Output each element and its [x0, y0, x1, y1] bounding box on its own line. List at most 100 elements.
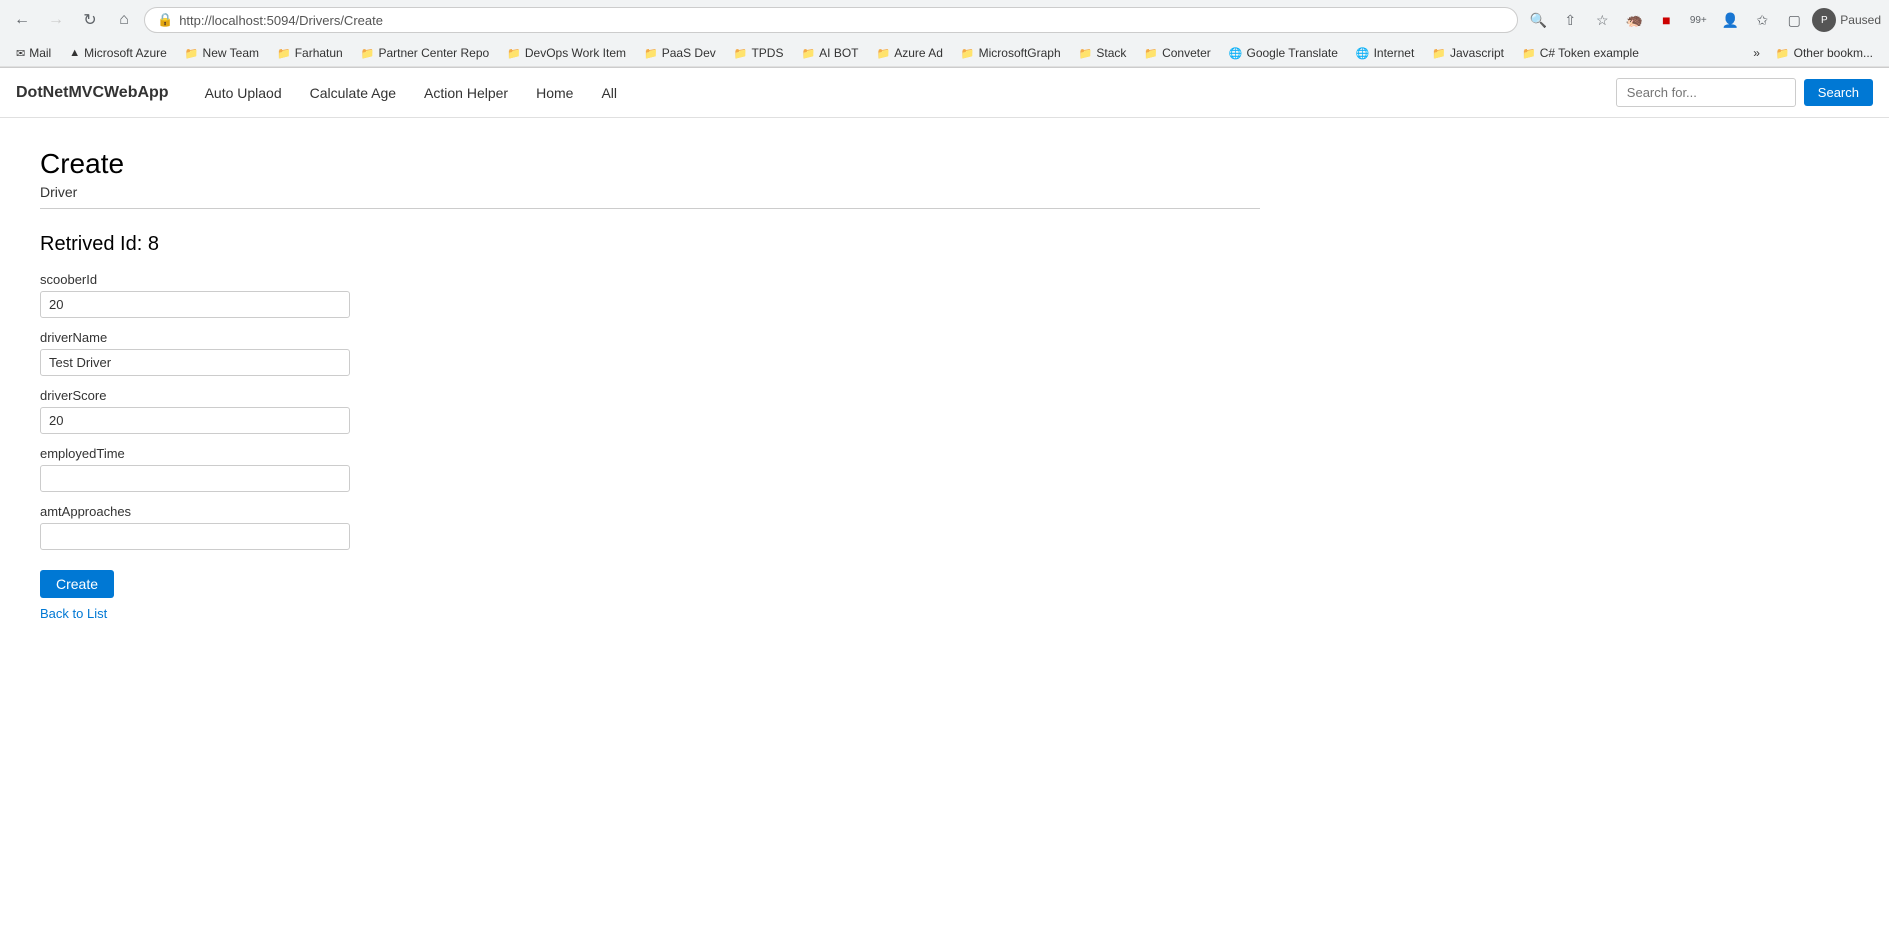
folder-icon: 📁 — [1776, 47, 1790, 60]
sidebar-button[interactable]: ▢ — [1780, 6, 1808, 34]
back-button[interactable]: ← — [8, 6, 36, 34]
bookmark-internet[interactable]: 🌐 Internet — [1348, 43, 1422, 63]
folder-icon: 📁 — [1144, 47, 1158, 60]
search-button[interactable]: Search — [1804, 79, 1873, 106]
bookmark-farhatun[interactable]: 📁 Farhatun — [269, 43, 351, 63]
bookmarks-more-button[interactable]: » — [1747, 43, 1766, 63]
bookmark-label: New Team — [203, 46, 259, 60]
employedtime-label: employedTime — [40, 446, 1260, 461]
bookmark-label: Mail — [29, 46, 51, 60]
bookmark-mail[interactable]: ✉ Mail — [8, 43, 59, 63]
edge-icon[interactable]: ■ — [1652, 6, 1680, 34]
bookmark-label: TPDS — [751, 46, 783, 60]
bookmark-label: Google Translate — [1246, 46, 1337, 60]
azure-icon: ▲ — [69, 47, 80, 59]
bookmark-partner-center[interactable]: 📁 Partner Center Repo — [353, 43, 497, 63]
folder-icon: 📁 — [801, 47, 815, 60]
bookmark-csharp-token[interactable]: 📁 C# Token example — [1514, 43, 1647, 63]
amtapproaches-input[interactable] — [40, 523, 350, 550]
scooberid-group: scooberId — [40, 272, 1260, 318]
folder-icon: 📁 — [734, 47, 748, 60]
folder-icon: 📁 — [507, 47, 521, 60]
bookmark-stack[interactable]: 📁 Stack — [1071, 43, 1135, 63]
profile-button[interactable]: 👤 — [1716, 6, 1744, 34]
bookmarks-bar: ✉ Mail ▲ Microsoft Azure 📁 New Team 📁 Fa… — [0, 40, 1889, 67]
bookmark-microsoft-azure[interactable]: ▲ Microsoft Azure — [61, 43, 175, 63]
bookmark-azure-ad[interactable]: 📁 Azure Ad — [869, 43, 951, 63]
bookmark-label: MicrosoftGraph — [979, 46, 1061, 60]
create-driver-form: scooberId driverName driverScore employe… — [40, 272, 1260, 598]
folder-icon: 📁 — [1079, 47, 1093, 60]
bookmark-google-translate[interactable]: 🌐 Google Translate — [1221, 43, 1346, 63]
drivername-group: driverName — [40, 330, 1260, 376]
extensions-button[interactable]: 🦔 — [1620, 6, 1648, 34]
nav-calculate-age[interactable]: Calculate Age — [298, 77, 408, 109]
bookmark-microsoftgraph[interactable]: 📁 MicrosoftGraph — [953, 43, 1069, 63]
search-area: Search — [1616, 78, 1873, 107]
amtapproaches-label: amtApproaches — [40, 504, 1260, 519]
bookmark-other[interactable]: 📁 Other bookm... — [1768, 43, 1881, 63]
back-to-list-link[interactable]: Back to List — [40, 606, 1260, 621]
bookmark-label: Internet — [1374, 46, 1415, 60]
badge-button[interactable]: 99+ — [1684, 6, 1712, 34]
bookmark-javascript[interactable]: 📁 Javascript — [1424, 43, 1512, 63]
url-text: http://localhost:5094/Drivers/Create — [179, 13, 383, 28]
search-browser-button[interactable]: 🔍 — [1524, 6, 1552, 34]
mail-icon: ✉ — [16, 47, 25, 60]
employedtime-input[interactable] — [40, 465, 350, 492]
nav-links: Auto Uplaod Calculate Age Action Helper … — [193, 77, 1616, 109]
reload-button[interactable]: ↻ — [76, 6, 104, 34]
driverscore-group: driverScore — [40, 388, 1260, 434]
globe-icon: 🌐 — [1229, 47, 1243, 60]
folder-icon: 📁 — [185, 47, 199, 60]
retrieved-id-label: Retrived Id: 8 — [40, 233, 1260, 256]
user-profile-avatar[interactable]: P — [1812, 8, 1836, 32]
browser-toolbar: ← → ↻ ⌂ 🔒 http://localhost:5094/Drivers/… — [0, 0, 1889, 40]
forward-button[interactable]: → — [42, 6, 70, 34]
driverscore-input[interactable] — [40, 407, 350, 434]
share-button[interactable]: ⇧ — [1556, 6, 1584, 34]
page-subtitle: Driver — [40, 184, 1260, 200]
home-browser-button[interactable]: ⌂ — [110, 6, 138, 34]
favorites-button[interactable]: ✩ — [1748, 6, 1776, 34]
more-icon: » — [1753, 46, 1760, 60]
main-content: Create Driver Retrived Id: 8 scooberId d… — [0, 118, 1300, 651]
folder-icon: 📁 — [361, 47, 375, 60]
nav-action-helper[interactable]: Action Helper — [412, 77, 520, 109]
globe-icon: 🌐 — [1356, 47, 1370, 60]
bookmark-conveter[interactable]: 📁 Conveter — [1136, 43, 1218, 63]
search-input[interactable] — [1616, 78, 1796, 107]
bookmark-tpds[interactable]: 📁 TPDS — [726, 43, 792, 63]
bookmark-devops[interactable]: 📁 DevOps Work Item — [499, 43, 634, 63]
bookmark-new-team[interactable]: 📁 New Team — [177, 43, 267, 63]
drivername-input[interactable] — [40, 349, 350, 376]
folder-icon: 📁 — [1432, 47, 1446, 60]
driverscore-label: driverScore — [40, 388, 1260, 403]
employedtime-group: employedTime — [40, 446, 1260, 492]
folder-icon: 📁 — [277, 47, 291, 60]
scooberid-input[interactable] — [40, 291, 350, 318]
paused-label: Paused — [1840, 13, 1881, 27]
bookmark-label: DevOps Work Item — [525, 46, 626, 60]
nav-all[interactable]: All — [589, 77, 629, 109]
page-title: Create — [40, 148, 1260, 180]
bookmark-paas-dev[interactable]: 📁 PaaS Dev — [636, 43, 724, 63]
nav-home[interactable]: Home — [524, 77, 585, 109]
amtapproaches-group: amtApproaches — [40, 504, 1260, 550]
toolbar-icons: 🔍 ⇧ ☆ 🦔 ■ 99+ 👤 ✩ ▢ P Paused — [1524, 6, 1881, 34]
bookmark-label: Stack — [1096, 46, 1126, 60]
drivername-label: driverName — [40, 330, 1260, 345]
lock-icon: 🔒 — [157, 12, 173, 28]
app-navbar: DotNetMVCWebApp Auto Uplaod Calculate Ag… — [0, 68, 1889, 118]
nav-auto-upload[interactable]: Auto Uplaod — [193, 77, 294, 109]
bookmark-label: Farhatun — [295, 46, 343, 60]
bookmark-label: Javascript — [1450, 46, 1504, 60]
bookmark-label: Azure Ad — [894, 46, 943, 60]
bookmark-label: Other bookm... — [1794, 46, 1873, 60]
app-brand[interactable]: DotNetMVCWebApp — [16, 84, 169, 102]
browser-chrome: ← → ↻ ⌂ 🔒 http://localhost:5094/Drivers/… — [0, 0, 1889, 68]
address-bar[interactable]: 🔒 http://localhost:5094/Drivers/Create — [144, 7, 1518, 33]
bookmark-star-button[interactable]: ☆ — [1588, 6, 1616, 34]
create-button[interactable]: Create — [40, 570, 114, 598]
bookmark-ai-bot[interactable]: 📁 AI BOT — [793, 43, 866, 63]
